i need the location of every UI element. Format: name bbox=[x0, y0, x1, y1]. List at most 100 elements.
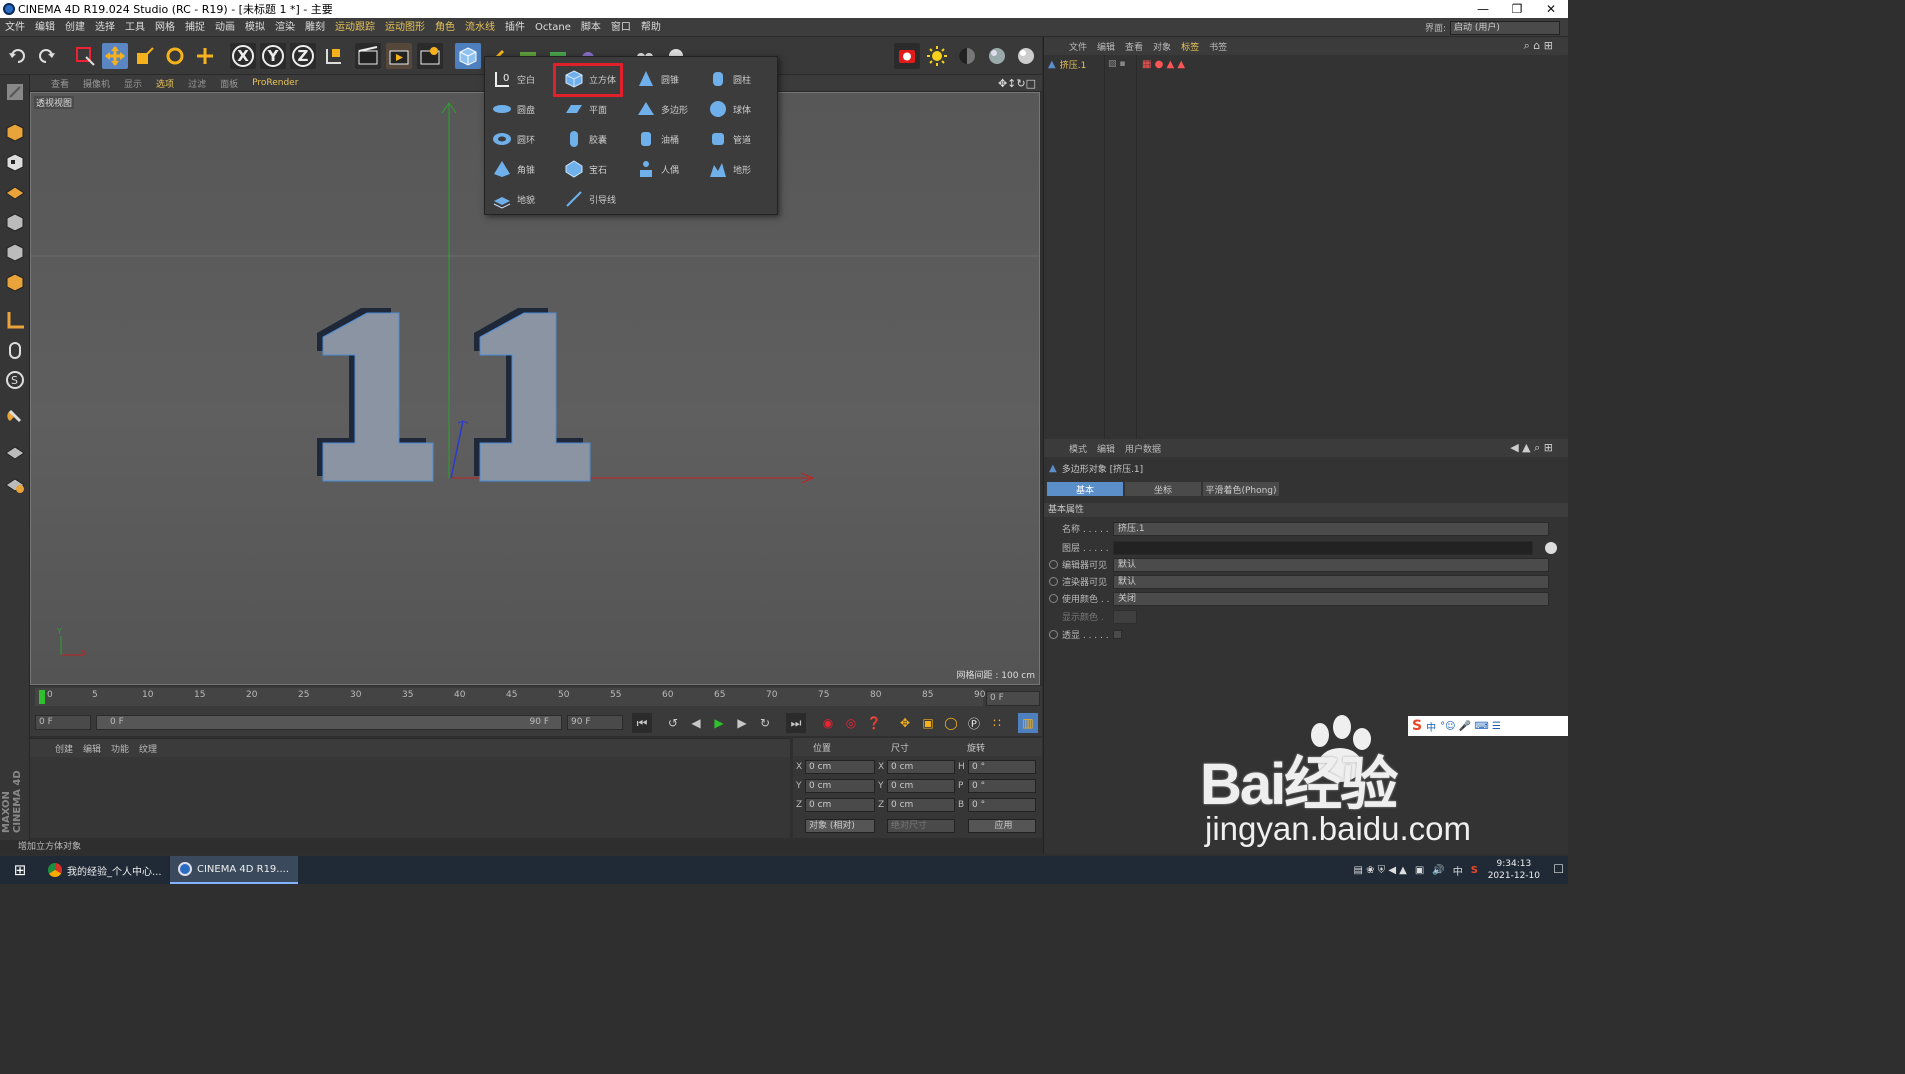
live-selection-icon[interactable] bbox=[72, 43, 98, 69]
menu-window[interactable]: 窗口 bbox=[606, 18, 636, 37]
extruded-text-model[interactable] bbox=[317, 308, 591, 482]
attr-navigation-icons[interactable]: ◀ ▲ ⌕ ⊞ bbox=[1505, 441, 1558, 455]
z-axis-lock-button[interactable]: Z bbox=[290, 43, 316, 69]
popup-item-guide[interactable]: 引导线 bbox=[559, 185, 631, 213]
attr-menu-mode[interactable]: 模式 bbox=[1064, 442, 1092, 455]
menu-octane[interactable]: Octane bbox=[530, 18, 576, 37]
layer-input[interactable] bbox=[1113, 540, 1533, 555]
om-menu-objects[interactable]: 对象 bbox=[1148, 40, 1176, 53]
restore-icon[interactable]: ❐ bbox=[1500, 0, 1534, 18]
workplane-mode-icon[interactable] bbox=[2, 179, 28, 205]
edges-mode-icon[interactable] bbox=[2, 239, 28, 265]
menu-motion-tracking[interactable]: 运动跟踪 bbox=[330, 18, 380, 37]
menu-render[interactable]: 渲染 bbox=[270, 18, 300, 37]
network-icon[interactable]: ▣ bbox=[1415, 865, 1424, 876]
workplane-lock-icon[interactable] bbox=[2, 439, 28, 465]
ime-toolbar[interactable]: S 中 °☺ 🎤 ⌨ ☰ bbox=[1408, 716, 1568, 736]
tab-coordinates[interactable]: 坐标 bbox=[1125, 482, 1201, 496]
axis-mode-icon[interactable] bbox=[2, 307, 28, 333]
size-y-field[interactable]: 0 cm bbox=[887, 779, 955, 793]
octane-light-icon[interactable] bbox=[924, 43, 950, 69]
render-visible-select[interactable]: 默认 bbox=[1113, 574, 1549, 589]
make-editable-icon[interactable] bbox=[2, 79, 28, 105]
name-input[interactable]: 挤压.1 bbox=[1113, 521, 1549, 536]
rotate-tool-icon[interactable] bbox=[162, 43, 188, 69]
om-menu-edit[interactable]: 编辑 bbox=[1092, 40, 1120, 53]
menu-character[interactable]: 角色 bbox=[430, 18, 460, 37]
attr-menu-user-data[interactable]: 用户数据 bbox=[1120, 442, 1166, 455]
popup-item-relief[interactable]: 地貌 bbox=[487, 185, 559, 213]
viewport-navigation-icons[interactable]: ✥↕↻□ bbox=[998, 77, 1036, 90]
popup-item-polygon[interactable]: 多边形 bbox=[631, 95, 703, 123]
menu-mesh[interactable]: 网格 bbox=[150, 18, 180, 37]
material-menu-texture[interactable]: 纹理 bbox=[134, 742, 162, 755]
viewport-menu-prorender[interactable]: ProRender bbox=[245, 78, 305, 88]
apply-button[interactable]: 应用 bbox=[968, 819, 1036, 833]
tag-icons[interactable]: ▦ ● ▲ ▲ bbox=[1142, 59, 1185, 70]
popup-item-landscape[interactable]: 地形 bbox=[703, 155, 775, 183]
om-menu-view[interactable]: 查看 bbox=[1120, 40, 1148, 53]
tab-basic[interactable]: 基本 bbox=[1047, 482, 1123, 496]
scale-tool-icon[interactable] bbox=[132, 43, 158, 69]
key-parameter-icon[interactable]: Ⓟ bbox=[964, 713, 984, 733]
previous-key-icon[interactable]: ↺ bbox=[663, 713, 683, 733]
octane-environment-icon[interactable] bbox=[1013, 43, 1039, 69]
size-mode-select[interactable]: 绝对尺寸 bbox=[887, 819, 955, 833]
om-search-home-icons[interactable]: ⌕ ⌂ ⊞ bbox=[1519, 39, 1558, 53]
menu-script[interactable]: 脚本 bbox=[576, 18, 606, 37]
menu-plugins[interactable]: 插件 bbox=[500, 18, 530, 37]
editor-visible-anim-icon[interactable] bbox=[1049, 560, 1058, 569]
rotation-b-field[interactable]: 0 ° bbox=[968, 798, 1036, 812]
rotation-p-field[interactable]: 0 ° bbox=[968, 779, 1036, 793]
attr-menu-edit[interactable]: 编辑 bbox=[1092, 442, 1120, 455]
popup-item-capsule[interactable]: 胶囊 bbox=[559, 125, 631, 153]
key-point-level-icon[interactable]: ∷ bbox=[987, 713, 1007, 733]
xray-checkbox[interactable] bbox=[1113, 630, 1122, 639]
popup-item-pyramid[interactable]: 角锥 bbox=[487, 155, 559, 183]
next-frame-icon[interactable]: ▶ bbox=[732, 713, 752, 733]
xray-anim-icon[interactable] bbox=[1049, 630, 1058, 639]
tray-lang[interactable]: 中 bbox=[1453, 863, 1463, 878]
interface-select[interactable]: 启动 (用户) bbox=[1450, 20, 1560, 35]
popup-item-tube[interactable]: 管道 bbox=[703, 125, 775, 153]
rotation-h-field[interactable]: 0 ° bbox=[968, 760, 1036, 774]
render-settings-icon[interactable] bbox=[417, 43, 443, 69]
minimize-icon[interactable]: — bbox=[1466, 0, 1500, 18]
taskbar-app-cinema4d[interactable]: CINEMA 4D R19.... bbox=[170, 856, 298, 884]
menu-edit[interactable]: 编辑 bbox=[30, 18, 60, 37]
material-menu-create[interactable]: 创建 bbox=[50, 742, 78, 755]
popup-item-null[interactable]: 0 空白 bbox=[487, 65, 559, 93]
viewport-menu-filter[interactable]: 过滤 bbox=[181, 77, 213, 90]
x-axis-lock-button[interactable]: X bbox=[230, 43, 256, 69]
popup-item-cylinder[interactable]: 圆柱 bbox=[703, 65, 775, 93]
octane-material-icon[interactable] bbox=[954, 43, 980, 69]
size-x-field[interactable]: 0 cm bbox=[887, 760, 955, 774]
menu-animate[interactable]: 动画 bbox=[210, 18, 240, 37]
tweak-mode-icon[interactable] bbox=[2, 337, 28, 363]
menu-mograph[interactable]: 运动图形 bbox=[380, 18, 430, 37]
om-menu-tags[interactable]: 标签 bbox=[1176, 40, 1204, 53]
use-color-anim-icon[interactable] bbox=[1049, 594, 1058, 603]
menu-file[interactable]: 文件 bbox=[0, 18, 30, 37]
key-scale-icon[interactable]: ▣ bbox=[918, 713, 938, 733]
key-position-icon[interactable]: ✥ bbox=[895, 713, 915, 733]
material-menu-function[interactable]: 功能 bbox=[106, 742, 134, 755]
redo-icon[interactable] bbox=[33, 43, 59, 69]
notification-icon[interactable]: ☐ bbox=[1553, 862, 1564, 876]
viewport-menu-view[interactable]: 查看 bbox=[44, 77, 76, 90]
volume-icon[interactable]: 🔊 bbox=[1432, 865, 1444, 876]
viewport-menu-panel[interactable]: 面板 bbox=[213, 77, 245, 90]
menu-help[interactable]: 帮助 bbox=[636, 18, 666, 37]
model-mode-icon[interactable] bbox=[2, 119, 28, 145]
planar-workplane-icon[interactable] bbox=[2, 471, 28, 497]
timeline-playhead[interactable] bbox=[39, 690, 45, 704]
end-frame-field[interactable]: 90 F bbox=[567, 715, 623, 730]
viewport-menu-options[interactable]: 选项 bbox=[149, 77, 181, 90]
layer-picker-icon[interactable] bbox=[1545, 541, 1557, 554]
menu-snap[interactable]: 捕捉 bbox=[180, 18, 210, 37]
undo-icon[interactable] bbox=[5, 43, 31, 69]
tab-phong[interactable]: 平滑着色(Phong) bbox=[1203, 482, 1279, 496]
close-icon[interactable]: ✕ bbox=[1534, 0, 1568, 18]
cube-tool-icon[interactable] bbox=[455, 43, 481, 69]
key-rotation-icon[interactable]: ◯ bbox=[941, 713, 961, 733]
